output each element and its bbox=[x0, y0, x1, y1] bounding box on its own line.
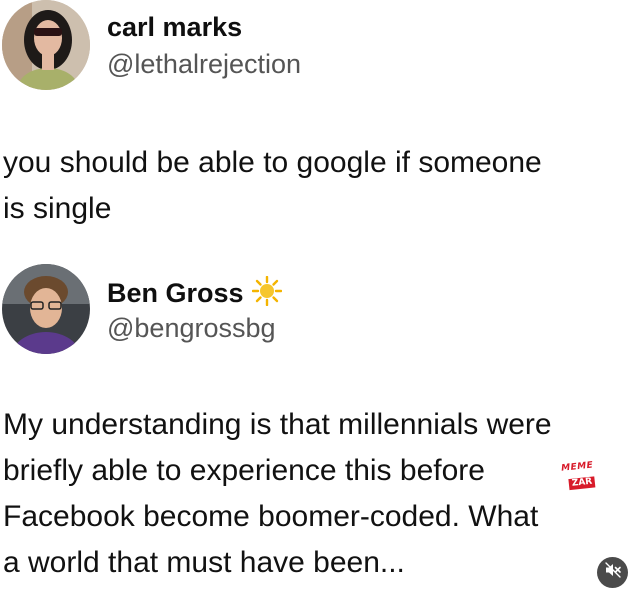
tweet-text: My understanding is that millennials wer… bbox=[3, 408, 552, 579]
mute-button[interactable] bbox=[597, 557, 628, 588]
avatar-carl-marks[interactable] bbox=[2, 0, 90, 90]
memezar-watermark: MEME ZAR bbox=[560, 460, 598, 491]
sun-icon bbox=[251, 275, 282, 313]
watermark-line2: ZAR bbox=[568, 476, 596, 491]
author-handle[interactable]: @bengrossbg bbox=[107, 313, 276, 344]
author-name[interactable]: Ben Gross bbox=[107, 275, 282, 313]
avatar-ben-gross[interactable] bbox=[2, 264, 90, 354]
author-handle[interactable]: @lethalrejection bbox=[107, 49, 301, 80]
speaker-muted-icon bbox=[604, 561, 622, 584]
author-name[interactable]: carl marks bbox=[107, 12, 242, 43]
watermark-line1: MEME bbox=[560, 460, 594, 474]
author-name-text[interactable]: Ben Gross bbox=[107, 278, 244, 308]
tweet-text: you should be able to google if someone … bbox=[3, 146, 542, 225]
